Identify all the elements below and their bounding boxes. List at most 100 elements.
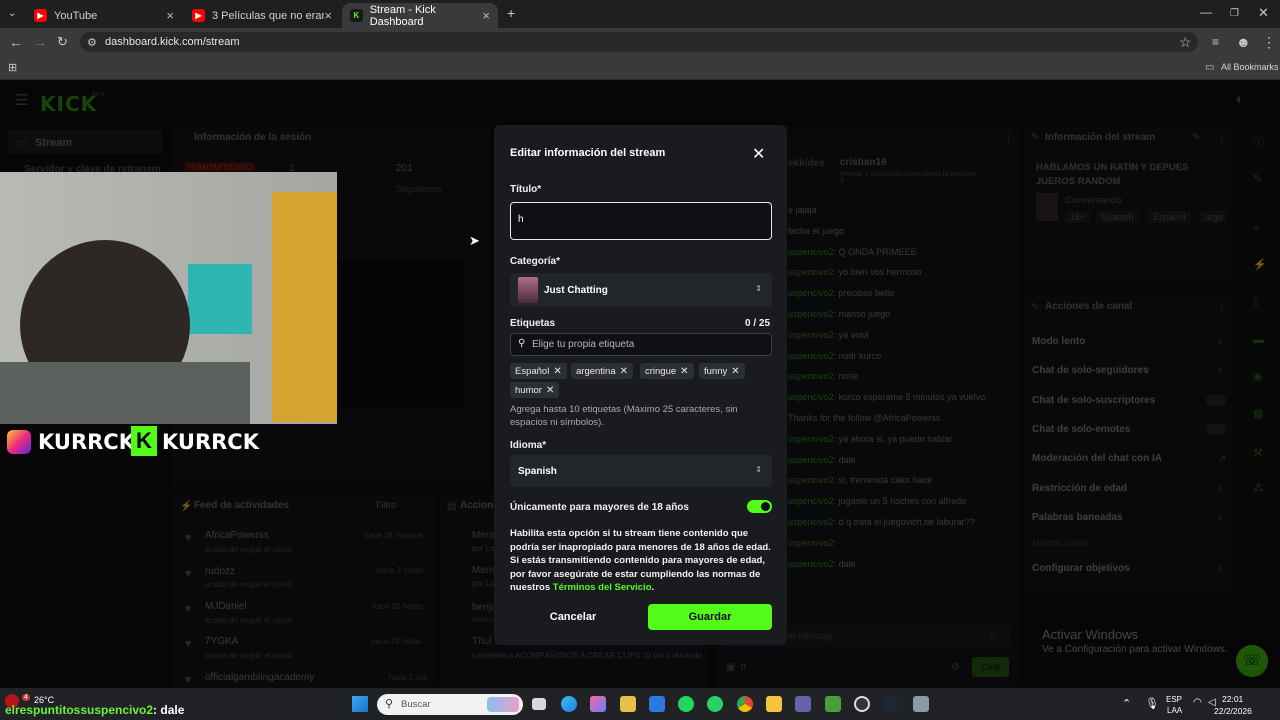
chat-username[interactable]: uspencivo2:: [788, 434, 836, 444]
chrome-icon[interactable]: [737, 696, 753, 712]
channel-action-item[interactable]: Moderación del chat con IA: [1032, 453, 1162, 464]
forward-icon[interactable]: →: [33, 35, 47, 49]
clock-date[interactable]: 22/2/2026: [1214, 706, 1252, 716]
settings-icon[interactable]: ⚙: [951, 661, 960, 675]
bolt-icon[interactable]: ⚡: [1253, 258, 1267, 272]
whatsapp-icon[interactable]: [707, 696, 723, 712]
language-select[interactable]: Spanish ⇕: [510, 455, 772, 487]
tab-kick-dashboard[interactable]: K Stream - Kick Dashboard ×: [342, 3, 498, 28]
save-button[interactable]: Guardar: [648, 604, 772, 630]
wifi-icon[interactable]: ◠: [1193, 697, 1202, 708]
feed-name[interactable]: 7YGKA: [205, 636, 238, 647]
pencil-icon[interactable]: ✎: [1253, 172, 1262, 186]
edit-icon[interactable]: ✎: [1192, 131, 1200, 145]
channel-action-item[interactable]: Palabras baneadas: [1032, 512, 1123, 523]
category-select[interactable]: Just Chatting ⇕: [510, 273, 772, 307]
channel-action-item[interactable]: Chat de solo-emotes: [1032, 424, 1130, 435]
tags-input[interactable]: ⚲ Elige tu propia etiqueta: [510, 333, 772, 356]
tab-youtube[interactable]: ▶ YouTube ×: [26, 3, 182, 28]
channel-action-item[interactable]: Configurar objetivos: [1032, 563, 1130, 574]
chat-username[interactable]: uspencivo2:: [788, 475, 836, 485]
feed-name[interactable]: rudozz: [205, 566, 235, 577]
apps-icon[interactable]: ⊞: [8, 61, 17, 75]
minecraft-icon[interactable]: [825, 696, 841, 712]
tab-peliculas[interactable]: ▶ 3 Películas que no eran exactan ×: [184, 3, 340, 28]
feed-name[interactable]: officialgamblingacademy: [205, 672, 314, 683]
document-icon[interactable]: ▯: [1253, 295, 1259, 309]
spotify-icon[interactable]: [678, 696, 694, 712]
remove-tag-icon[interactable]: ✕: [731, 366, 739, 377]
back-icon[interactable]: ←: [9, 35, 23, 49]
chat-username[interactable]: uspencivo2:: [788, 517, 836, 527]
chat-username[interactable]: uspencivo2:: [788, 455, 836, 465]
more-icon[interactable]: ⋮: [1216, 131, 1227, 145]
chat-username[interactable]: uspencivo2:: [788, 267, 836, 277]
people-icon[interactable]: ⁂: [1253, 482, 1264, 496]
adult-toggle[interactable]: [747, 500, 772, 513]
close-icon[interactable]: ✕: [752, 144, 765, 164]
chat-username[interactable]: uspencivo2:: [788, 330, 836, 340]
channel-action-item[interactable]: Chat de solo-seguidores: [1032, 365, 1149, 376]
remove-tag-icon[interactable]: ✕: [680, 366, 688, 377]
task-view-icon[interactable]: [532, 698, 546, 710]
stream-nav-item[interactable]: [8, 130, 162, 154]
feed-name[interactable]: AfricaPowerss: [205, 530, 269, 541]
chat-username[interactable]: uspencivo2:: [788, 559, 836, 569]
maximize-icon[interactable]: ❐: [1230, 7, 1239, 21]
title-input[interactable]: h: [510, 202, 772, 240]
reload-icon[interactable]: ↻: [57, 35, 68, 49]
close-window-icon[interactable]: ✕: [1258, 6, 1269, 20]
close-icon[interactable]: ×: [324, 8, 332, 23]
wrench-icon[interactable]: ⚒: [1253, 446, 1263, 460]
close-icon[interactable]: ×: [482, 8, 490, 23]
channel-action-item[interactable]: Chat de solo-suscriptores: [1032, 395, 1155, 406]
emoji-icon[interactable]: ☺: [988, 630, 998, 644]
chat-icon[interactable]: ▬: [1253, 333, 1264, 347]
reading-list-icon[interactable]: ≡: [1212, 35, 1219, 49]
tab-list-icon[interactable]: ⌄: [8, 7, 16, 21]
chat-username[interactable]: uspencivo2:: [788, 392, 836, 402]
chat-username[interactable]: uspencivo2:: [788, 247, 836, 257]
terms-link[interactable]: Términos del Servicio: [553, 582, 652, 593]
steam-icon[interactable]: [883, 696, 899, 712]
channel-action-item[interactable]: Mostrar canal: [1032, 538, 1087, 548]
chat-username[interactable]: uspencivo2:: [788, 538, 836, 548]
lang-1[interactable]: ESP: [1166, 695, 1182, 704]
close-icon[interactable]: ×: [166, 8, 174, 23]
broadcast-icon[interactable]: ◉: [1253, 370, 1263, 384]
toggle-off[interactable]: [1206, 395, 1226, 406]
kick-logo[interactable]: KICK: [40, 92, 97, 116]
chat-username[interactable]: uspencivo2:: [788, 496, 836, 506]
chat-username[interactable]: uspencivo2:: [788, 309, 836, 319]
channel-action-item[interactable]: Restricción de edad: [1032, 483, 1127, 494]
teams-icon[interactable]: [795, 696, 811, 712]
obs-icon[interactable]: [854, 696, 870, 712]
minimize-icon[interactable]: —: [1200, 5, 1212, 19]
start-icon[interactable]: [352, 696, 368, 712]
feed-name[interactable]: MJDaniel: [205, 601, 247, 612]
edge-icon[interactable]: [561, 696, 577, 712]
chat-username[interactable]: uspencivo2:: [788, 288, 836, 298]
remove-tag-icon[interactable]: ✕: [546, 385, 554, 396]
toggle-off[interactable]: [1206, 424, 1226, 435]
bookmark-star-icon[interactable]: ☆: [1179, 35, 1192, 49]
tray-up-icon[interactable]: ⌃: [1122, 697, 1131, 710]
activity-filter[interactable]: Filtro: [376, 500, 396, 510]
cancel-button[interactable]: Cancelar: [510, 604, 636, 630]
explorer-icon[interactable]: [766, 696, 782, 712]
menu-icon[interactable]: ⋮: [1262, 35, 1276, 49]
remove-tag-icon[interactable]: ✕: [553, 366, 561, 377]
remove-tag-icon[interactable]: ✕: [620, 366, 628, 377]
store-icon[interactable]: [620, 696, 636, 712]
mail-icon[interactable]: [649, 696, 665, 712]
channel-action-item[interactable]: Modo lento: [1032, 336, 1085, 347]
gift-icon[interactable]: ▣: [726, 661, 735, 675]
lang-2[interactable]: LAA: [1167, 706, 1182, 715]
clock-time[interactable]: 22:01: [1222, 694, 1243, 704]
address-bar[interactable]: [80, 32, 1198, 52]
chat-username[interactable]: uspencivo2:: [788, 351, 836, 361]
moon-icon[interactable]: ◐: [1235, 92, 1245, 108]
more-icon[interactable]: ⋮: [1003, 131, 1014, 145]
new-tab-icon[interactable]: +: [507, 6, 515, 20]
site-info-icon[interactable]: ⚙: [87, 36, 97, 50]
